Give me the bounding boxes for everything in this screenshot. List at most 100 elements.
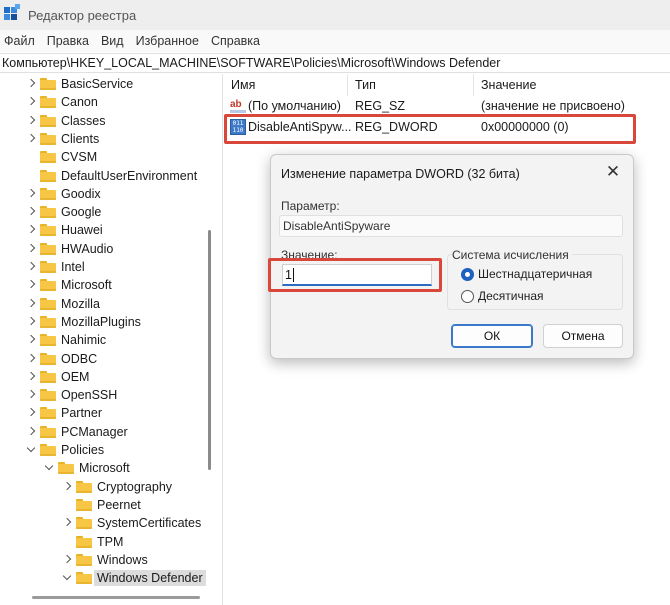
tree-item[interactable]: DefaultUserEnvironment bbox=[26, 167, 197, 185]
tree-item-label: Google bbox=[61, 205, 102, 220]
chevron-right-icon[interactable] bbox=[26, 408, 36, 418]
folder-icon bbox=[76, 480, 92, 493]
column-divider[interactable] bbox=[347, 74, 348, 96]
menu-help[interactable]: Справка bbox=[209, 34, 266, 48]
chevron-right-icon[interactable] bbox=[62, 482, 72, 492]
tree-item[interactable]: Canon bbox=[26, 93, 98, 111]
radio-decimal[interactable]: Десятичная bbox=[461, 289, 544, 303]
chevron-right-icon[interactable] bbox=[26, 225, 36, 235]
folder-icon bbox=[40, 334, 56, 347]
tree-item[interactable]: SystemCertificates bbox=[62, 514, 201, 532]
close-icon[interactable]: ✕ bbox=[605, 163, 621, 180]
chevron-right-icon[interactable] bbox=[26, 427, 36, 437]
tree-item[interactable]: BasicService bbox=[26, 75, 133, 93]
ok-button[interactable]: ОК bbox=[451, 324, 533, 348]
folder-icon bbox=[40, 151, 56, 164]
tree-item[interactable]: Windows bbox=[62, 551, 148, 569]
chevron-right-icon[interactable] bbox=[26, 299, 36, 309]
column-header-value[interactable]: Значение bbox=[481, 78, 536, 94]
chevron-right-icon[interactable] bbox=[26, 262, 36, 272]
chevron-right-icon[interactable] bbox=[26, 335, 36, 345]
radio-decimal-label: Десятичная bbox=[478, 289, 544, 303]
tree-item[interactable]: Microsoft bbox=[44, 459, 130, 477]
column-header-type[interactable]: Тип bbox=[355, 78, 376, 94]
menu-file[interactable]: Файл bbox=[2, 34, 41, 48]
menu-view[interactable]: Вид bbox=[99, 34, 130, 48]
parameter-name-field: DisableAntiSpyware bbox=[279, 215, 623, 237]
tree-item[interactable]: Peernet bbox=[62, 496, 141, 514]
chevron-right-icon[interactable] bbox=[26, 317, 36, 327]
radio-hexadecimal-label: Шестнадцатеричная bbox=[478, 267, 593, 281]
tree-item[interactable]: TPM bbox=[62, 533, 123, 551]
title-bar: Редактор реестра bbox=[0, 0, 670, 30]
chevron-right-icon[interactable] bbox=[26, 390, 36, 400]
tree-vertical-scrollbar[interactable] bbox=[208, 230, 211, 470]
chevron-right-icon[interactable] bbox=[26, 372, 36, 382]
chevron-right-icon[interactable] bbox=[26, 189, 36, 199]
chevron-down-icon[interactable] bbox=[26, 445, 36, 455]
value-row-default[interactable]: ab (По умолчанию) REG_SZ (значение не пр… bbox=[223, 96, 670, 116]
tree-item[interactable]: Microsoft bbox=[26, 276, 112, 294]
tree-item[interactable]: Windows Defender bbox=[62, 569, 206, 587]
radio-unchecked-icon bbox=[461, 289, 474, 303]
tree-item[interactable]: OEM bbox=[26, 368, 89, 386]
tree-item[interactable]: MozillaPlugins bbox=[26, 313, 141, 331]
tree-item-label: Nahimic bbox=[61, 333, 107, 348]
folder-icon bbox=[40, 187, 56, 200]
tree-item[interactable]: Intel bbox=[26, 258, 85, 276]
tree-item[interactable]: ODBC bbox=[26, 350, 97, 368]
address-bar[interactable]: Компьютер\HKEY_LOCAL_MACHINE\SOFTWARE\Po… bbox=[0, 53, 670, 73]
menu-edit[interactable]: Правка bbox=[45, 34, 95, 48]
folder-icon bbox=[40, 370, 56, 383]
chevron-right-icon[interactable] bbox=[26, 280, 36, 290]
chevron-right-icon[interactable] bbox=[26, 97, 36, 107]
chevron-down-icon[interactable] bbox=[44, 463, 54, 473]
menu-favorites[interactable]: Избранное bbox=[134, 34, 205, 48]
column-divider[interactable] bbox=[473, 74, 474, 96]
chevron-right-icon[interactable] bbox=[26, 207, 36, 217]
folder-icon bbox=[40, 169, 56, 182]
value-data: (значение не присвоено) bbox=[481, 99, 625, 113]
column-header-name[interactable]: Имя bbox=[231, 78, 255, 94]
tree-item-label: Clients bbox=[61, 131, 100, 146]
tree-item[interactable]: HWAudio bbox=[26, 240, 113, 258]
chevron-right-icon[interactable] bbox=[26, 354, 36, 364]
tree-item-label: Peernet bbox=[97, 497, 141, 512]
tree-item[interactable]: Huawei bbox=[26, 221, 103, 239]
cancel-button[interactable]: Отмена bbox=[543, 324, 623, 348]
folder-icon bbox=[40, 224, 56, 237]
chevron-right-icon[interactable] bbox=[62, 555, 72, 565]
chevron-right-icon[interactable] bbox=[26, 116, 36, 126]
chevron-right-icon[interactable] bbox=[26, 134, 36, 144]
tree-item[interactable]: Google bbox=[26, 203, 101, 221]
folder-icon bbox=[40, 261, 56, 273]
folder-icon bbox=[40, 242, 56, 255]
tree-item[interactable]: Classes bbox=[26, 112, 105, 130]
folder-icon bbox=[40, 315, 56, 328]
chevron-right-icon[interactable] bbox=[26, 79, 36, 89]
value-name: (По умолчанию) bbox=[248, 99, 341, 113]
folder-icon bbox=[40, 352, 56, 365]
radio-hexadecimal[interactable]: Шестнадцатеричная bbox=[461, 267, 592, 281]
folder-icon bbox=[76, 572, 92, 585]
tree-item[interactable]: Clients bbox=[26, 130, 99, 148]
chevron-down-icon[interactable] bbox=[62, 573, 72, 583]
chevron-right-icon[interactable] bbox=[62, 518, 72, 528]
tree-item[interactable]: Nahimic bbox=[26, 331, 106, 349]
string-value-icon: ab bbox=[230, 99, 246, 113]
tree-horizontal-scrollbar[interactable] bbox=[32, 596, 200, 599]
value-type: REG_SZ bbox=[355, 99, 406, 113]
tree-item[interactable]: PCManager bbox=[26, 423, 128, 441]
tree-item[interactable]: Partner bbox=[26, 404, 102, 422]
tree-item[interactable]: Cryptography bbox=[62, 478, 172, 496]
tree-item[interactable]: Goodix bbox=[26, 185, 101, 203]
chevron-right-icon[interactable] bbox=[26, 244, 36, 254]
tree-item-label: Intel bbox=[61, 260, 85, 274]
tree-item[interactable]: OpenSSH bbox=[26, 386, 117, 404]
tree-item-label: Canon bbox=[61, 95, 98, 110]
tree-item[interactable]: CVSM bbox=[26, 148, 97, 166]
tree-item[interactable]: Policies bbox=[26, 441, 104, 459]
folder-icon bbox=[40, 78, 56, 90]
tree-item-label: Microsoft bbox=[61, 278, 112, 293]
tree-item[interactable]: Mozilla bbox=[26, 295, 100, 313]
